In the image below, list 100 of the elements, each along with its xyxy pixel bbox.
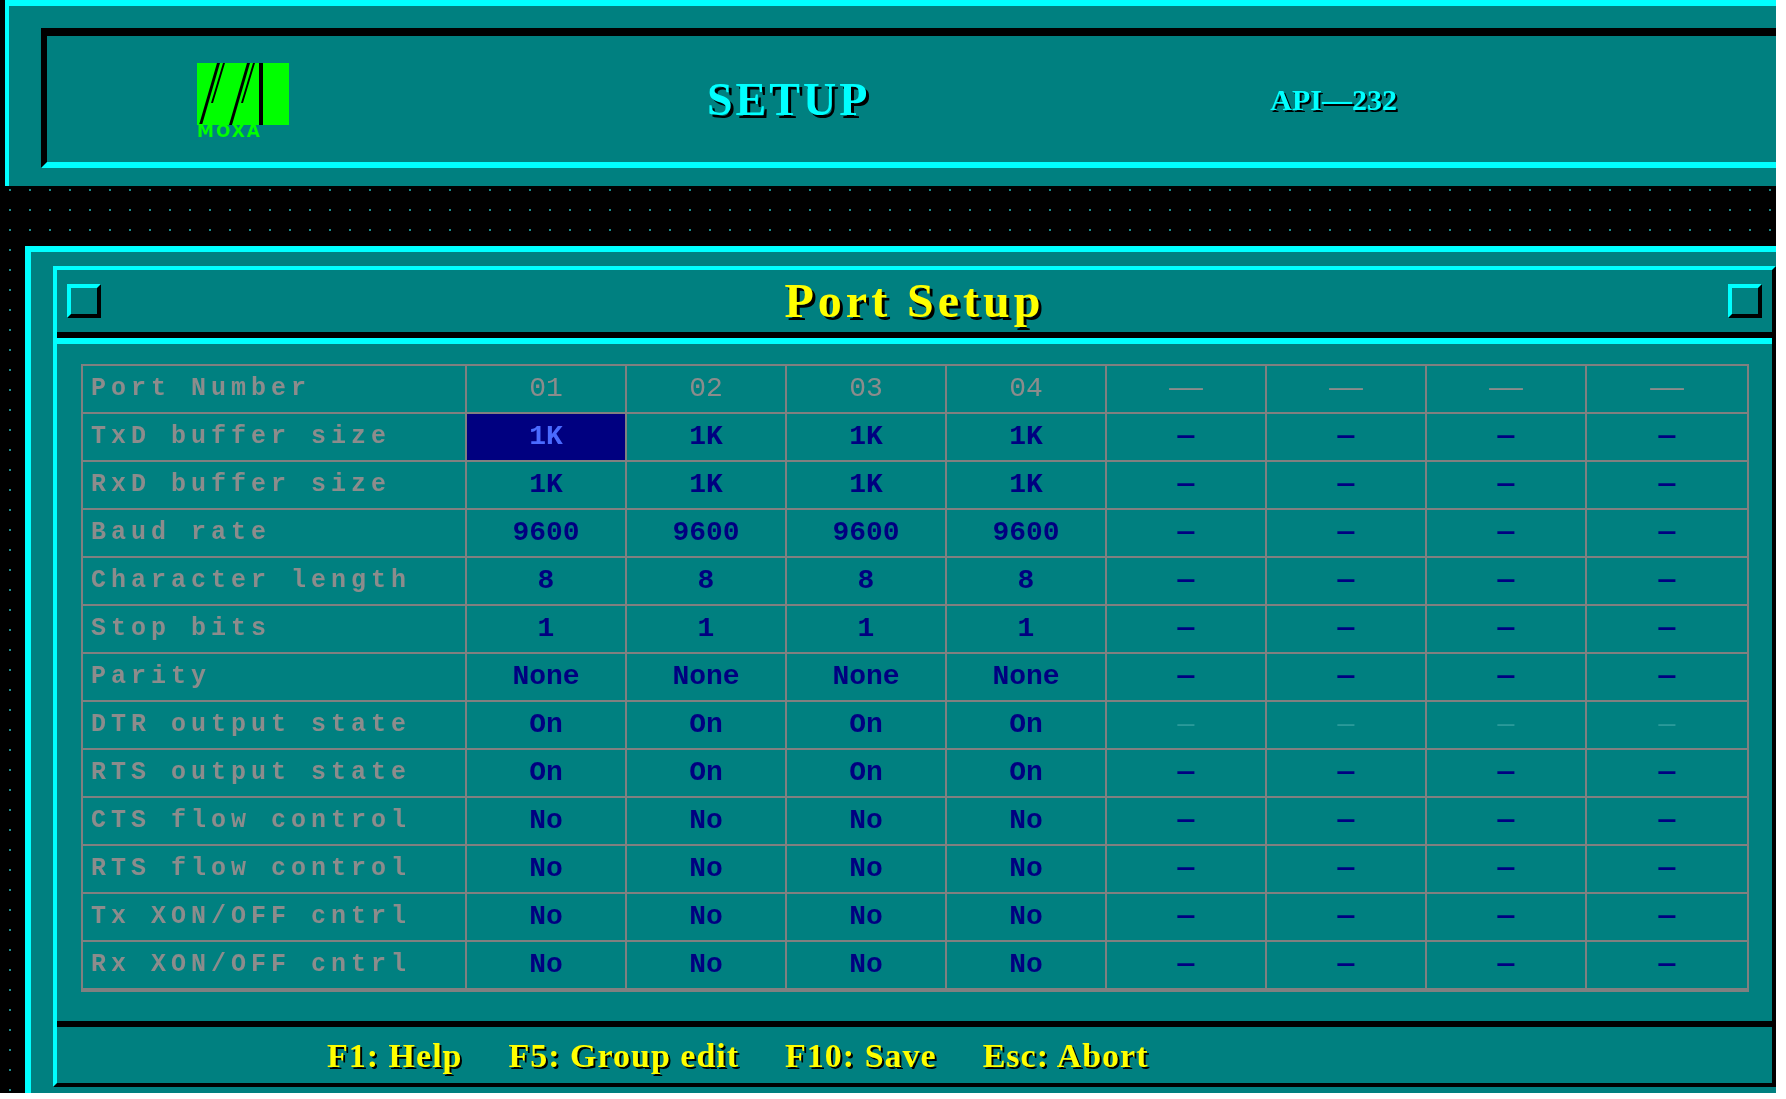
table-cell[interactable]: 9600 xyxy=(947,510,1107,558)
table-cell[interactable]: 1 xyxy=(947,606,1107,654)
table-cell[interactable]: 1 xyxy=(467,606,627,654)
table-cell[interactable]: — xyxy=(1267,510,1427,558)
row-label: Port Number xyxy=(83,366,467,414)
table-cell[interactable]: — xyxy=(1107,606,1267,654)
table-cell[interactable]: No xyxy=(627,894,787,942)
table-cell[interactable]: — xyxy=(1107,798,1267,846)
window-box-button[interactable] xyxy=(1728,284,1762,318)
table-cell[interactable]: — xyxy=(1587,462,1747,510)
table-cell[interactable]: No xyxy=(467,942,627,990)
table-cell[interactable]: — xyxy=(1587,558,1747,606)
table-cell[interactable]: — xyxy=(1267,942,1427,990)
table-cell[interactable]: 8 xyxy=(627,558,787,606)
table-cell[interactable]: 1K xyxy=(947,462,1107,510)
table-cell[interactable]: 9600 xyxy=(627,510,787,558)
table-cell[interactable]: None xyxy=(787,654,947,702)
key-hint: Esc: Abort xyxy=(982,1035,1149,1076)
table-cell[interactable]: — xyxy=(1107,846,1267,894)
table-cell[interactable]: — xyxy=(1107,654,1267,702)
table-cell[interactable]: 1K xyxy=(787,414,947,462)
table-cell[interactable]: — xyxy=(1107,558,1267,606)
table-cell[interactable]: None xyxy=(947,654,1107,702)
table-cell[interactable]: On xyxy=(467,750,627,798)
table-cell[interactable]: — xyxy=(1587,942,1747,990)
table-cell[interactable]: No xyxy=(947,894,1107,942)
table-cell[interactable]: — xyxy=(1587,654,1747,702)
table-cell[interactable]: — xyxy=(1267,846,1427,894)
table-cell[interactable]: — xyxy=(1587,510,1747,558)
table-cell[interactable]: No xyxy=(467,798,627,846)
table-cell[interactable]: No xyxy=(787,894,947,942)
table-cell[interactable]: — xyxy=(1267,798,1427,846)
window-title: Port Setup xyxy=(784,273,1045,329)
table-cell[interactable]: No xyxy=(787,798,947,846)
table-cell[interactable]: — xyxy=(1587,894,1747,942)
table-cell[interactable]: None xyxy=(467,654,627,702)
table-cell[interactable]: — xyxy=(1427,750,1587,798)
table-cell[interactable]: — xyxy=(1107,462,1267,510)
table-cell[interactable]: On xyxy=(627,702,787,750)
table-cell[interactable]: — xyxy=(1107,942,1267,990)
table-cell[interactable]: On xyxy=(947,750,1107,798)
table-cell[interactable]: — xyxy=(1587,798,1747,846)
table-cell[interactable]: — xyxy=(1427,606,1587,654)
table-cell[interactable]: — xyxy=(1427,798,1587,846)
table-cell[interactable]: No xyxy=(467,846,627,894)
table-cell[interactable]: On xyxy=(787,702,947,750)
row-label: Stop bits xyxy=(83,606,467,654)
table-cell[interactable]: 1K xyxy=(467,414,627,462)
table-cell[interactable]: — xyxy=(1267,894,1427,942)
table-cell[interactable]: 1K xyxy=(627,414,787,462)
table-cell[interactable]: 8 xyxy=(947,558,1107,606)
table-cell[interactable]: — xyxy=(1427,510,1587,558)
table-cell[interactable]: — xyxy=(1267,654,1427,702)
table-cell[interactable]: 8 xyxy=(467,558,627,606)
table-cell[interactable]: — xyxy=(1427,894,1587,942)
table-cell[interactable]: — xyxy=(1427,654,1587,702)
table-cell[interactable]: — xyxy=(1587,414,1747,462)
table-cell[interactable]: On xyxy=(787,750,947,798)
table-cell[interactable]: No xyxy=(947,798,1107,846)
table-cell[interactable]: — xyxy=(1427,558,1587,606)
table-cell[interactable]: No xyxy=(787,846,947,894)
table-cell[interactable]: — xyxy=(1267,414,1427,462)
table-cell[interactable]: — xyxy=(1107,510,1267,558)
table-cell[interactable]: On xyxy=(467,702,627,750)
table-cell[interactable]: — xyxy=(1267,606,1427,654)
table-cell[interactable]: 1 xyxy=(787,606,947,654)
row-label: RTS output state xyxy=(83,750,467,798)
table-cell[interactable]: 1K xyxy=(947,414,1107,462)
table-cell[interactable]: No xyxy=(627,942,787,990)
table-cell[interactable]: 1K xyxy=(467,462,627,510)
table-cell[interactable]: — xyxy=(1587,606,1747,654)
table-cell[interactable]: — xyxy=(1107,414,1267,462)
table-cell[interactable]: — xyxy=(1267,750,1427,798)
table-cell[interactable]: No xyxy=(947,942,1107,990)
table-cell[interactable]: On xyxy=(947,702,1107,750)
table-cell[interactable]: No xyxy=(947,846,1107,894)
table-cell[interactable]: 1K xyxy=(787,462,947,510)
table-cell[interactable]: — xyxy=(1427,414,1587,462)
table-cell[interactable]: — xyxy=(1267,462,1427,510)
table-cell[interactable]: On xyxy=(627,750,787,798)
key-hint: F10: Save xyxy=(785,1035,937,1076)
table-cell[interactable]: — xyxy=(1587,846,1747,894)
table-cell[interactable]: — xyxy=(1427,846,1587,894)
table-cell[interactable]: 9600 xyxy=(787,510,947,558)
table-cell[interactable]: — xyxy=(1427,942,1587,990)
table-cell[interactable]: — xyxy=(1267,558,1427,606)
table-cell[interactable]: — xyxy=(1107,750,1267,798)
table-cell[interactable]: No xyxy=(467,894,627,942)
table-cell[interactable]: No xyxy=(627,846,787,894)
table-cell[interactable]: None xyxy=(627,654,787,702)
table-cell[interactable]: — xyxy=(1587,750,1747,798)
table-cell[interactable]: — xyxy=(1427,462,1587,510)
window-box-button[interactable] xyxy=(67,284,101,318)
table-cell[interactable]: 9600 xyxy=(467,510,627,558)
table-cell[interactable]: 1 xyxy=(627,606,787,654)
table-cell[interactable]: 8 xyxy=(787,558,947,606)
table-cell[interactable]: — xyxy=(1107,894,1267,942)
table-cell[interactable]: 1K xyxy=(627,462,787,510)
table-cell[interactable]: No xyxy=(787,942,947,990)
table-cell[interactable]: No xyxy=(627,798,787,846)
